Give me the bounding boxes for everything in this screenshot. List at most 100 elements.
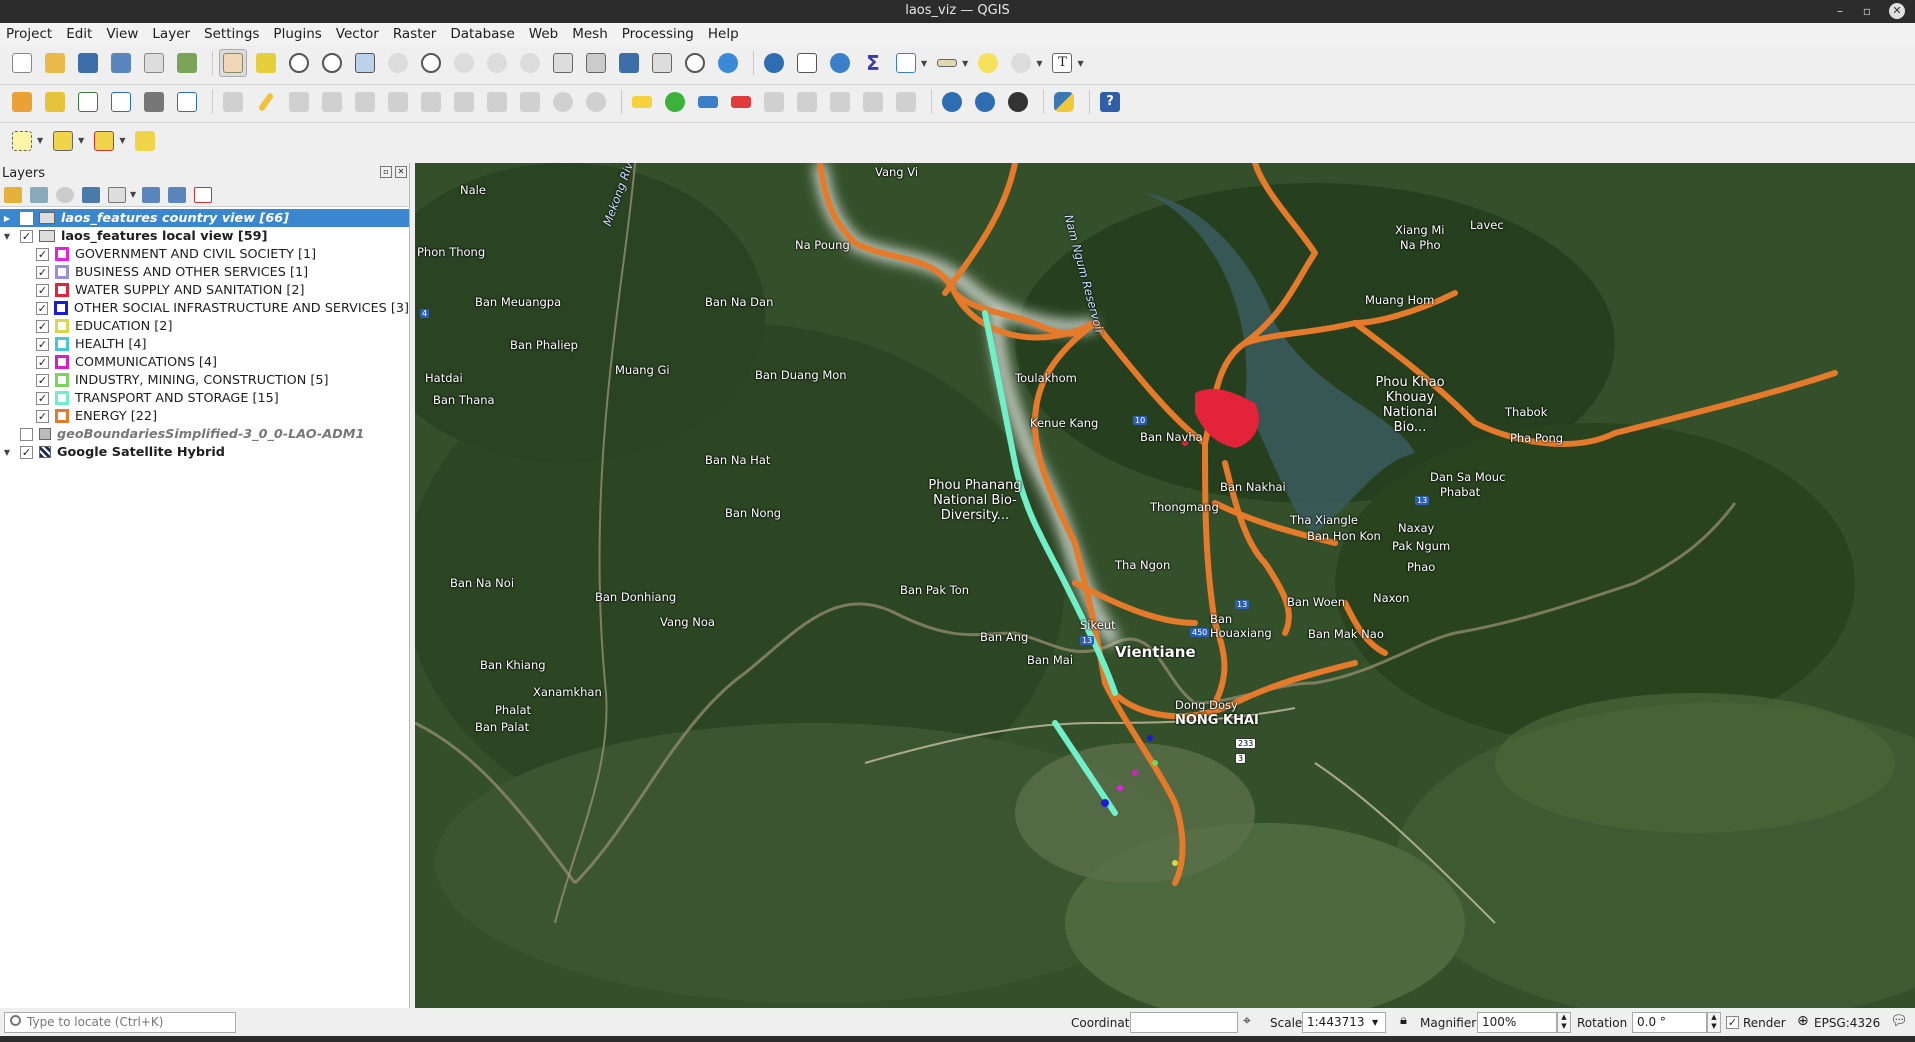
magnifier-stepper[interactable]: ▲ ▼ (1557, 1012, 1571, 1033)
remove-layer-icon[interactable] (194, 186, 213, 203)
legend-category-row[interactable]: ✓ ENERGY [22] (0, 407, 409, 425)
layer-row-geoboundaries[interactable]: geoBoundariesSimplified-3_0_0-LAO-ADM1 (0, 425, 409, 443)
vertex-tool-button[interactable] (351, 88, 379, 116)
close-panel-icon[interactable]: ✕ (395, 166, 407, 178)
menu-raster[interactable]: Raster (393, 26, 437, 42)
style-manager-button[interactable] (173, 49, 201, 77)
add-wfs-layer-button[interactable] (971, 88, 999, 116)
layer-visibility-checkbox[interactable]: ✓ (20, 229, 33, 243)
save-project-button[interactable] (74, 49, 102, 77)
zoom-full-button[interactable] (351, 49, 379, 77)
copy-features-button[interactable] (483, 88, 511, 116)
menu-vector[interactable]: Vector (336, 26, 379, 42)
new-temporary-layer-button[interactable] (107, 88, 135, 116)
menu-edit[interactable]: Edit (66, 26, 92, 42)
show-hide-labels-button[interactable] (793, 88, 821, 116)
cut-features-button[interactable] (450, 88, 478, 116)
menu-settings[interactable]: Settings (204, 26, 259, 42)
category-checkbox[interactable]: ✓ (36, 283, 49, 297)
layer-row-google-satellite[interactable]: ▼ ✓ Google Satellite Hybrid (0, 443, 409, 461)
new-geopackage-layer-button[interactable] (41, 88, 69, 116)
new-shapefile-layer-button[interactable] (74, 88, 102, 116)
menu-plugins[interactable]: Plugins (273, 26, 321, 42)
expand-all-icon[interactable] (142, 186, 161, 203)
save-edits-button[interactable] (285, 88, 313, 116)
current-edits-button[interactable] (219, 88, 247, 116)
category-checkbox[interactable]: ✓ (36, 319, 49, 333)
zoom-next-button[interactable] (516, 49, 544, 77)
add-group-icon[interactable] (30, 186, 48, 203)
deselect-all-button[interactable] (90, 127, 118, 155)
category-checkbox[interactable]: ✓ (36, 391, 49, 405)
legend-category-row[interactable]: ✓ OTHER SOCIAL INFRASTRUCTURE AND SERVICE… (0, 299, 409, 317)
open-project-button[interactable] (41, 49, 69, 77)
pan-to-selection-button[interactable] (252, 49, 280, 77)
highlight-pinned-labels-button[interactable] (694, 88, 722, 116)
move-label-button[interactable] (826, 88, 854, 116)
undo-button[interactable] (549, 88, 577, 116)
menu-mesh[interactable]: Mesh (572, 26, 608, 42)
filter-expression-icon[interactable] (108, 186, 126, 203)
layer-labeling-button[interactable] (628, 88, 656, 116)
help-button[interactable]: ? (1096, 88, 1124, 116)
rotation-input[interactable]: 0.0 ° (1632, 1012, 1707, 1033)
category-checkbox[interactable]: ✓ (36, 265, 49, 279)
select-location-button[interactable] (131, 127, 159, 155)
legend-category-row[interactable]: ✓ TRANSPORT AND STORAGE [15] (0, 389, 409, 407)
new-virtual-layer-button[interactable] (173, 88, 201, 116)
zoom-native-button[interactable] (450, 49, 478, 77)
pin-labels-button[interactable] (760, 88, 788, 116)
menu-layer[interactable]: Layer (152, 26, 190, 42)
redo-button[interactable] (582, 88, 610, 116)
chevron-down-icon[interactable]: ▼ (921, 59, 927, 68)
collapse-all-icon[interactable] (168, 186, 187, 203)
select-by-value-button[interactable] (49, 127, 77, 155)
show-bookmarks-button[interactable] (648, 49, 676, 77)
new-spatialite-layer-button[interactable] (140, 88, 168, 116)
legend-category-row[interactable]: ✓ HEALTH [4] (0, 335, 409, 353)
add-feature-button[interactable] (318, 88, 346, 116)
magnifier-input[interactable]: 100% (1477, 1012, 1557, 1033)
crs-button[interactable]: EPSG:4326 (1814, 1016, 1880, 1030)
map-tips-button[interactable] (974, 49, 1002, 77)
legend-category-row[interactable]: ✓ INDUSTRY, MINING, CONSTRUCTION [5] (0, 371, 409, 389)
new-bookmark-button[interactable] (615, 49, 643, 77)
category-checkbox[interactable]: ✓ (36, 355, 49, 369)
filter-legend-icon[interactable] (82, 186, 100, 203)
legend-category-row[interactable]: ✓ GOVERNMENT AND CIVIL SOCIETY [1] (0, 245, 409, 263)
map-canvas[interactable]: Vang Vi Nale Mekong River Phon Thong Ban… (415, 163, 1915, 1008)
manage-visibility-icon[interactable] (56, 186, 74, 203)
legend-category-row[interactable]: ✓ COMMUNICATIONS [4] (0, 353, 409, 371)
delete-selected-button[interactable] (417, 88, 445, 116)
category-checkbox[interactable]: ✓ (36, 247, 49, 261)
float-panel-icon[interactable]: ▫ (380, 166, 392, 178)
select-features-button[interactable] (8, 127, 36, 155)
collapse-arrow-icon[interactable]: ▼ (0, 232, 14, 241)
rotate-label-button[interactable] (859, 88, 887, 116)
change-label-button[interactable] (892, 88, 920, 116)
locator-search-input[interactable]: Type to locate (Ctrl+K) (4, 1012, 236, 1033)
toggle-editing-button[interactable] (252, 88, 280, 116)
chevron-down-icon[interactable]: ▼ (78, 136, 84, 145)
chevron-down-icon[interactable]: ▼ (1036, 59, 1042, 68)
menu-project[interactable]: Project (6, 26, 52, 42)
menu-view[interactable]: View (106, 26, 138, 42)
minimize-button[interactable]: – (1830, 2, 1850, 20)
statistics-button[interactable]: Σ (859, 49, 887, 77)
new-project-button[interactable] (8, 49, 36, 77)
rotation-stepper[interactable]: ▲ ▼ (1707, 1012, 1721, 1033)
toggle-coordinate-icon[interactable]: ⌖ (1243, 1013, 1251, 1029)
open-attribute-table-button[interactable] (793, 49, 821, 77)
chevron-down-icon[interactable]: ▼ (37, 136, 43, 145)
layer-visibility-checkbox[interactable] (20, 211, 33, 225)
category-checkbox[interactable]: ✓ (36, 337, 49, 351)
text-annotation-button[interactable]: T (1048, 49, 1076, 77)
python-console-button[interactable] (1050, 88, 1078, 116)
maximize-button[interactable]: ▫ (1857, 2, 1877, 20)
menu-processing[interactable]: Processing (622, 26, 694, 42)
temporal-controller-button[interactable] (681, 49, 709, 77)
new-3d-view-button[interactable] (582, 49, 610, 77)
layer-diagram-button[interactable] (661, 88, 689, 116)
legend-category-row[interactable]: ✓ EDUCATION [2] (0, 317, 409, 335)
zoom-to-layer-button[interactable] (417, 49, 445, 77)
